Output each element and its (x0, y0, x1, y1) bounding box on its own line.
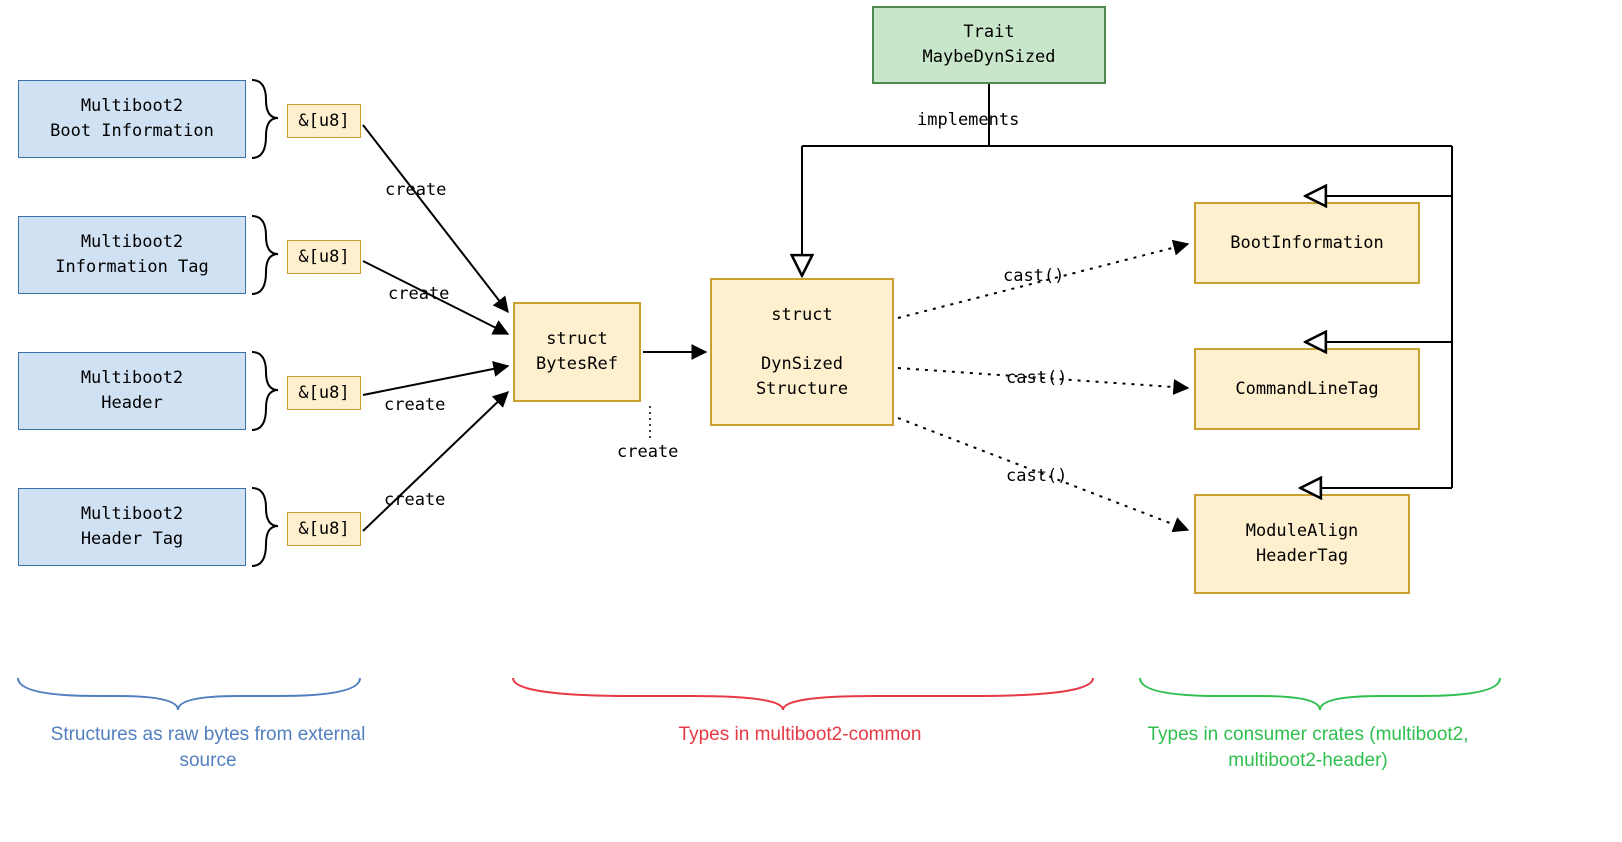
slice-text: &[u8] (298, 109, 349, 134)
source-box-label: Multiboot2 Information Tag (55, 230, 209, 279)
implements-label: implements (917, 110, 1019, 130)
struct-dynsizedstructure: struct DynSized Structure (710, 278, 894, 426)
source-box-label: Multiboot2 Header (81, 366, 183, 415)
consumer-label: ModuleAlign HeaderTag (1246, 519, 1359, 568)
trait-maybedynsized: Trait MaybeDynSized (872, 6, 1106, 84)
create-label-1: create (385, 180, 446, 200)
struct-bytesref: struct BytesRef (513, 302, 641, 402)
slice-text: &[u8] (298, 517, 349, 542)
trait-label: Trait MaybeDynSized (922, 20, 1055, 69)
caption-consumer-crates: Types in consumer crates (multiboot2, mu… (1118, 722, 1498, 773)
diagram-stage: Multiboot2 Boot Information Multiboot2 I… (0, 0, 1622, 842)
multiboot2-header: Multiboot2 Header (18, 352, 246, 430)
slice-label-4: &[u8] (287, 512, 361, 546)
slice-label-3: &[u8] (287, 376, 361, 410)
caption-multiboot2-common: Types in multiboot2-common (520, 722, 1080, 748)
slice-text: &[u8] (298, 245, 349, 270)
create-label-5: create (617, 442, 678, 462)
multiboot2-header-tag: Multiboot2 Header Tag (18, 488, 246, 566)
create-label-4: create (384, 490, 445, 510)
type-commandlinetag: CommandLineTag (1194, 348, 1420, 430)
type-modulealign-headertag: ModuleAlign HeaderTag (1194, 494, 1410, 594)
multiboot2-information-tag: Multiboot2 Information Tag (18, 216, 246, 294)
source-box-label: Multiboot2 Boot Information (50, 94, 214, 143)
slice-label-2: &[u8] (287, 240, 361, 274)
bytesref-label: struct BytesRef (536, 327, 618, 376)
dynstruct-label: struct DynSized Structure (756, 303, 848, 402)
source-box-label: Multiboot2 Header Tag (81, 502, 183, 551)
create-label-2: create (388, 284, 449, 304)
cast-label-1: cast() (1003, 266, 1064, 286)
consumer-label: BootInformation (1230, 231, 1384, 256)
multiboot2-boot-information: Multiboot2 Boot Information (18, 80, 246, 158)
caption-structures-raw-bytes: Structures as raw bytes from external so… (48, 722, 368, 773)
consumer-label: CommandLineTag (1235, 377, 1378, 402)
slice-text: &[u8] (298, 381, 349, 406)
cast-label-2: cast() (1006, 368, 1067, 388)
type-bootinformation: BootInformation (1194, 202, 1420, 284)
slice-label-1: &[u8] (287, 104, 361, 138)
cast-label-3: cast() (1006, 466, 1067, 486)
create-label-3: create (384, 395, 445, 415)
